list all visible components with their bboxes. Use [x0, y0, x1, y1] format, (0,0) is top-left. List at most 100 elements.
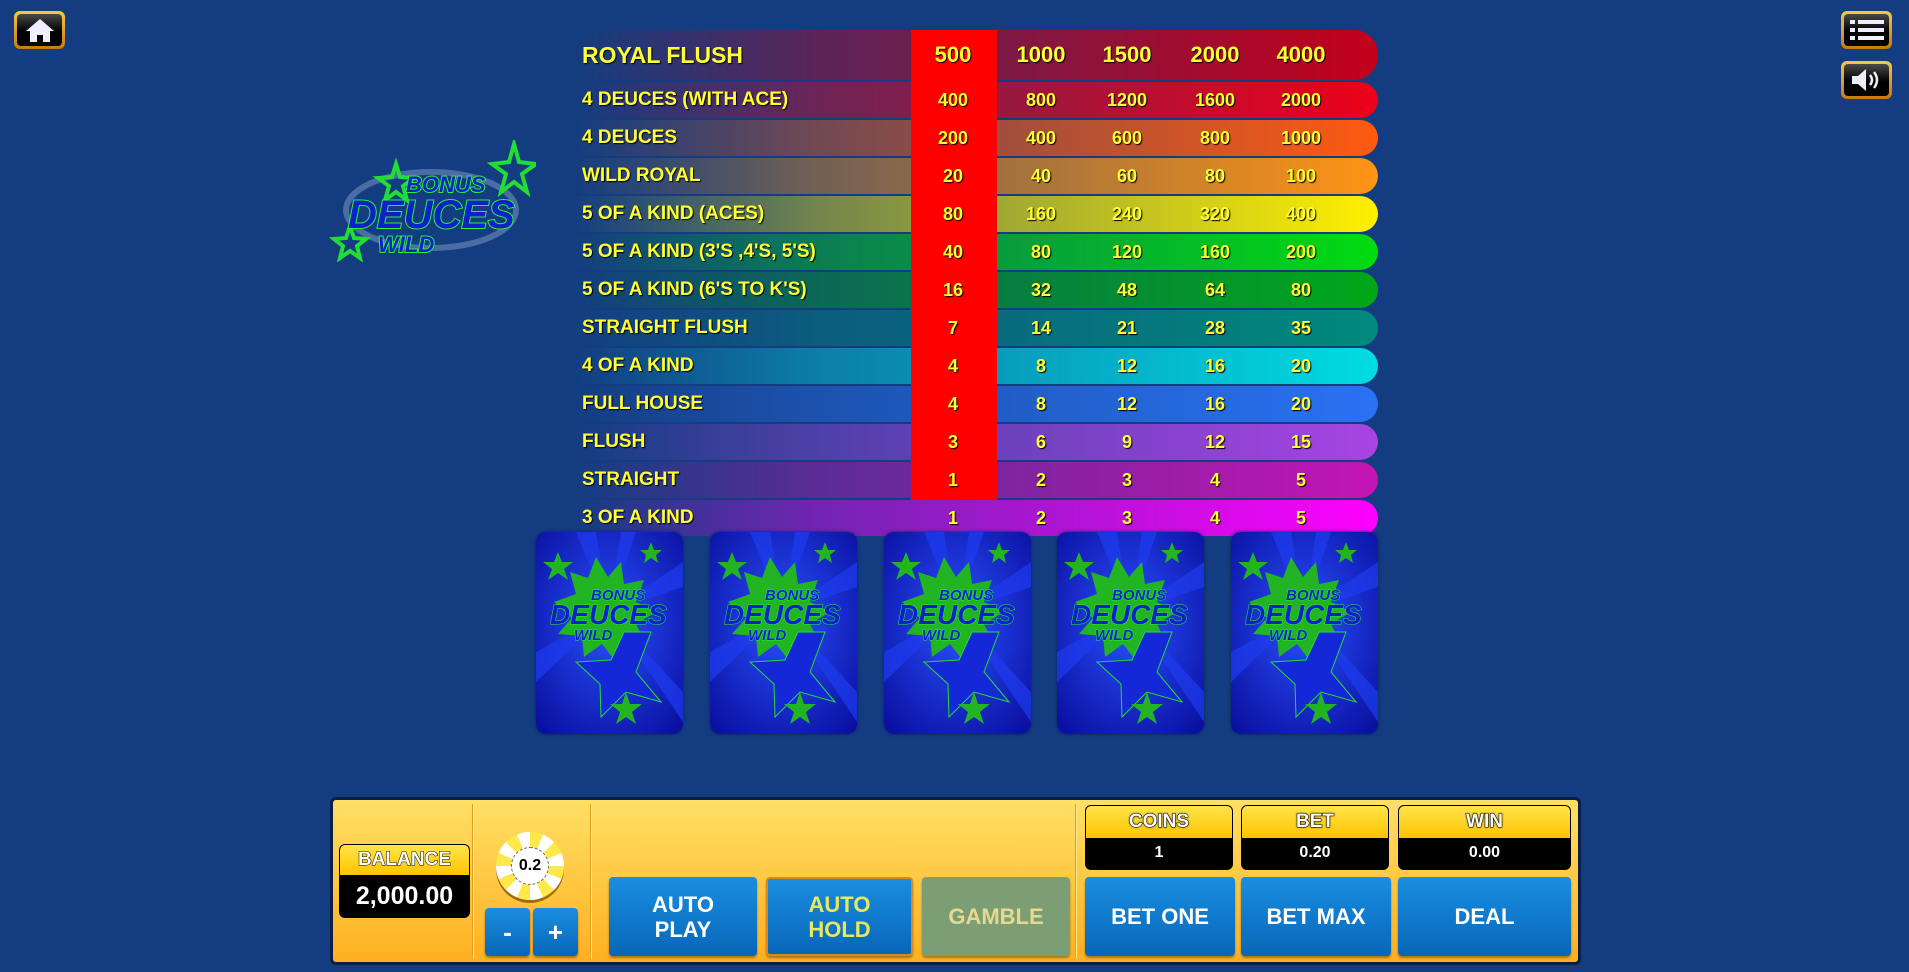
- payout-value: 1600: [1194, 89, 1236, 110]
- paytable-row: 5 OF A KIND (ACES) 80 160 240 320 400: [572, 196, 1378, 232]
- svg-text:DEUCES: DEUCES: [724, 599, 841, 630]
- game-logo: BONUS DEUCES WILD: [326, 136, 542, 263]
- payout-value: 2: [1035, 507, 1046, 528]
- auto-play-button[interactable]: AUTO PLAY: [609, 877, 757, 956]
- payout-value: 320: [1199, 203, 1231, 224]
- hand-name: 4 DEUCES: [582, 127, 678, 148]
- payout-value: 2000: [1280, 89, 1322, 110]
- bet-one-button[interactable]: BET ONE: [1085, 877, 1235, 956]
- card-back[interactable]: BONUS DEUCES WILD: [1231, 532, 1378, 734]
- svg-text:WILD: WILD: [922, 627, 960, 644]
- payout-value: 35: [1290, 317, 1312, 338]
- svg-text:WILD: WILD: [1269, 627, 1307, 644]
- svg-text:WILD: WILD: [1095, 627, 1133, 644]
- payout-value: 80: [1204, 165, 1226, 186]
- payout-value: 5: [1295, 507, 1306, 528]
- payout-value: 100: [1285, 165, 1317, 186]
- payout-value: 60: [1116, 165, 1138, 186]
- bet-max-button[interactable]: BET MAX: [1241, 877, 1391, 956]
- coins-display: COINS 1: [1085, 805, 1233, 870]
- payout-value: 40: [942, 241, 964, 262]
- home-icon: [25, 19, 54, 42]
- payout-value: 14: [1030, 317, 1052, 338]
- card-back[interactable]: BONUS DEUCES WILD: [710, 532, 857, 734]
- payout-value: 12: [1116, 355, 1138, 376]
- win-display: WIN 0.00: [1398, 805, 1571, 870]
- payout-value: 400: [937, 89, 969, 110]
- control-panel: BALANCE 2,000.00 0.2 - + AUTO PLAY AUTO HO…: [330, 797, 1581, 965]
- payout-value: 20: [1290, 393, 1312, 414]
- payout-value: 160: [1199, 241, 1231, 262]
- hand-name: FULL HOUSE: [582, 393, 704, 414]
- payout-value: 20: [1290, 355, 1312, 376]
- paytable-row: 4 DEUCES (WITH ACE) 400 800 1200 1600 2000: [572, 82, 1378, 118]
- paytable-row: STRAIGHT FLUSH 7 14 21 28 35: [572, 310, 1378, 346]
- payout-value: 2000: [1190, 42, 1240, 67]
- card-back[interactable]: BONUS DEUCES WILD: [1057, 532, 1204, 734]
- payout-value: 1500: [1102, 42, 1152, 67]
- payout-value: 500: [934, 42, 972, 67]
- payout-value: 400: [1285, 203, 1317, 224]
- menu-list-icon: [1849, 20, 1884, 40]
- increase-bet-button[interactable]: +: [533, 908, 578, 956]
- payout-value: 15: [1290, 431, 1312, 452]
- hand-name: STRAIGHT: [582, 469, 680, 490]
- payout-value: 16: [1204, 393, 1226, 414]
- payout-value: 80: [1030, 241, 1052, 262]
- hand-name: FLUSH: [582, 431, 646, 452]
- payout-value: 4: [947, 355, 958, 376]
- chip-value: 0.2: [511, 847, 549, 885]
- paytable-row: 3 OF A KIND 1 2 3 4 5: [572, 500, 1378, 536]
- payout-value: 64: [1204, 279, 1226, 300]
- deal-button[interactable]: DEAL: [1398, 877, 1571, 956]
- gamble-button[interactable]: GAMBLE: [922, 877, 1070, 956]
- svg-text:WILD: WILD: [378, 232, 434, 257]
- home-button[interactable]: [14, 11, 65, 49]
- paytable-row: 5 OF A KIND (6'S TO K'S) 16 32 48 64 80: [572, 272, 1378, 308]
- auto-hold-button[interactable]: AUTO HOLD: [766, 877, 913, 956]
- paytable-row: 4 OF A KIND 4 8 12 16 20: [572, 348, 1378, 384]
- payout-value: 21: [1116, 317, 1138, 338]
- payout-value: 4000: [1276, 42, 1326, 67]
- payout-value: 200: [937, 127, 969, 148]
- payout-value: 48: [1116, 279, 1138, 300]
- payout-value: 80: [942, 203, 964, 224]
- hand-name: STRAIGHT FLUSH: [582, 317, 748, 338]
- paytable-header-row: ROYAL FLUSH 500 1000 1500 2000 4000: [572, 30, 1378, 80]
- payout-value: 5: [1295, 469, 1306, 490]
- payout-value: 240: [1111, 203, 1143, 224]
- payout-value: 6: [1035, 431, 1046, 452]
- balance-display: BALANCE 2,000.00: [339, 844, 470, 918]
- payout-value: 12: [1116, 393, 1138, 414]
- hand-name: 5 OF A KIND (3'S ,4'S, 5'S): [582, 241, 816, 262]
- speaker-icon: [1851, 69, 1878, 91]
- paytable-row: 5 OF A KIND (3'S ,4'S, 5'S) 40 80 120 160 200: [572, 234, 1378, 270]
- svg-text:DEUCES: DEUCES: [1245, 599, 1362, 630]
- payout-value: 2: [1035, 469, 1046, 490]
- svg-text:WILD: WILD: [748, 627, 786, 644]
- card-back[interactable]: BONUS DEUCES WILD: [884, 532, 1031, 734]
- menu-button[interactable]: [1841, 11, 1892, 49]
- payout-value: 600: [1111, 127, 1143, 148]
- hand-name: WILD ROYAL: [582, 165, 701, 186]
- balance-value: 2,000.00: [355, 882, 454, 910]
- chip-icon: 0.2: [496, 832, 564, 900]
- payout-value: 1000: [1280, 127, 1322, 148]
- svg-text:WILD: WILD: [574, 627, 612, 644]
- payout-value: 3: [1121, 507, 1132, 528]
- paytable-row: WILD ROYAL 20 40 60 80 100: [572, 158, 1378, 194]
- payout-value: 7: [947, 317, 958, 338]
- card-back[interactable]: BONUS DEUCES WILD: [536, 532, 683, 734]
- payout-value: 120: [1111, 241, 1143, 262]
- sound-button[interactable]: [1841, 61, 1892, 99]
- hand-name: ROYAL FLUSH: [582, 41, 744, 68]
- payout-value: 1200: [1106, 89, 1148, 110]
- hand-name: 3 OF A KIND: [582, 507, 694, 528]
- payout-value: 800: [1199, 127, 1231, 148]
- payout-value: 32: [1030, 279, 1052, 300]
- payout-value: 1: [947, 469, 958, 490]
- decrease-bet-button[interactable]: -: [485, 908, 530, 956]
- payout-value: 20: [942, 165, 964, 186]
- payout-value: 4: [1209, 507, 1220, 528]
- payout-value: 12: [1204, 431, 1226, 452]
